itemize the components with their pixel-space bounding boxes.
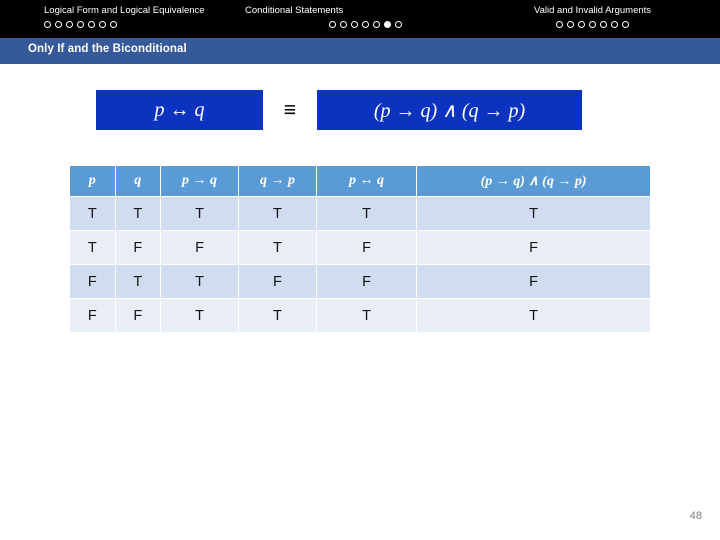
nav-dot[interactable] [350,21,358,28]
table-cell: T [316,299,417,332]
nav-dot[interactable] [339,21,347,28]
table-cell: F [417,231,650,264]
nav-dot[interactable] [567,21,574,28]
nav-group-valid-invalid-arguments[interactable]: Valid and Invalid Arguments [470,0,715,38]
table-cell: F [417,265,650,298]
nav-dot[interactable] [361,21,369,28]
table-cell: F [238,265,316,298]
nav-dot-active[interactable] [383,21,391,28]
equivalence-formula-row: p ↔ q ≡ (p → q) ∧ (q → p) [0,90,720,132]
nav-progress-dots-conditional-statements[interactable] [245,16,477,28]
nav-group-conditional-statements[interactable]: Conditional Statements [245,0,477,38]
nav-dot[interactable] [600,21,607,28]
nav-progress-dots-logical-form[interactable] [44,16,205,28]
nav-group-title: Conditional Statements [245,5,344,16]
table-row: T F F T F F [70,231,650,264]
table-cell: T [115,197,161,230]
table-cell: T [115,265,161,298]
table-header-row: p q p → q q → p p ↔ q (p → q) ∧ (q → p) [70,166,650,196]
table-cell: T [238,231,316,264]
nav-group-logical-form[interactable]: Logical Form and Logical Equivalence [44,0,205,38]
top-navigation-bar: Logical Form and Logical Equivalence Con… [0,0,720,38]
page-title: Only If and the Biconditional [28,43,187,55]
table-cell: F [316,231,417,264]
table-cell: T [316,197,417,230]
section-title-bar: Only If and the Biconditional [0,38,720,64]
nav-dot[interactable] [66,21,73,28]
nav-dot[interactable] [578,21,585,28]
nav-dot[interactable] [372,21,380,28]
table-header-cell-p: p [70,166,115,196]
nav-dot[interactable] [394,21,402,28]
table-header-cell-biconditional: p ↔ q [316,166,417,196]
table-cell: F [161,231,238,264]
logical-equivalence-symbol: ≡ [283,97,297,122]
nav-group-title: Logical Form and Logical Equivalence [44,5,205,16]
table-header-cell-q: q [115,166,161,196]
nav-dot[interactable] [44,21,51,28]
nav-dot[interactable] [110,21,117,28]
table-cell: F [316,265,417,298]
formula-conjunction-of-conditionals: (p → q) ∧ (q → p) [317,90,582,130]
table-cell: F [115,299,161,332]
table-cell: F [70,299,115,332]
table-cell: T [161,197,238,230]
nav-progress-dots-valid-invalid-arguments[interactable] [470,16,715,28]
nav-dot[interactable] [99,21,106,28]
nav-dot[interactable] [589,21,596,28]
formula-biconditional: p ↔ q [96,90,263,130]
truth-table: p q p → q q → p p ↔ q (p → q) ∧ (q → p) … [69,165,651,333]
table-header-cell-p-implies-q: p → q [161,166,238,196]
table-cell: T [161,265,238,298]
table-cell: T [70,197,115,230]
table-header-cell-q-implies-p: q → p [238,166,316,196]
table-cell: T [161,299,238,332]
table-cell: T [70,231,115,264]
table-cell: F [115,231,161,264]
nav-group-title: Valid and Invalid Arguments [533,5,652,16]
nav-dot[interactable] [328,21,336,28]
table-cell: T [417,197,650,230]
nav-dot[interactable] [622,21,629,28]
table-cell: T [417,299,650,332]
nav-dot[interactable] [611,21,618,28]
nav-dot[interactable] [88,21,95,28]
table-row: F T T F F F [70,265,650,298]
page-number: 48 [689,510,702,522]
nav-dot[interactable] [556,21,563,28]
table-cell: T [238,197,316,230]
nav-dot[interactable] [55,21,62,28]
table-row: F F T T T T [70,299,650,332]
table-row: T T T T T T [70,197,650,230]
table-cell: T [238,299,316,332]
table-cell: F [70,265,115,298]
nav-dot[interactable] [77,21,84,28]
table-header-cell-conjunction: (p → q) ∧ (q → p) [417,166,650,196]
